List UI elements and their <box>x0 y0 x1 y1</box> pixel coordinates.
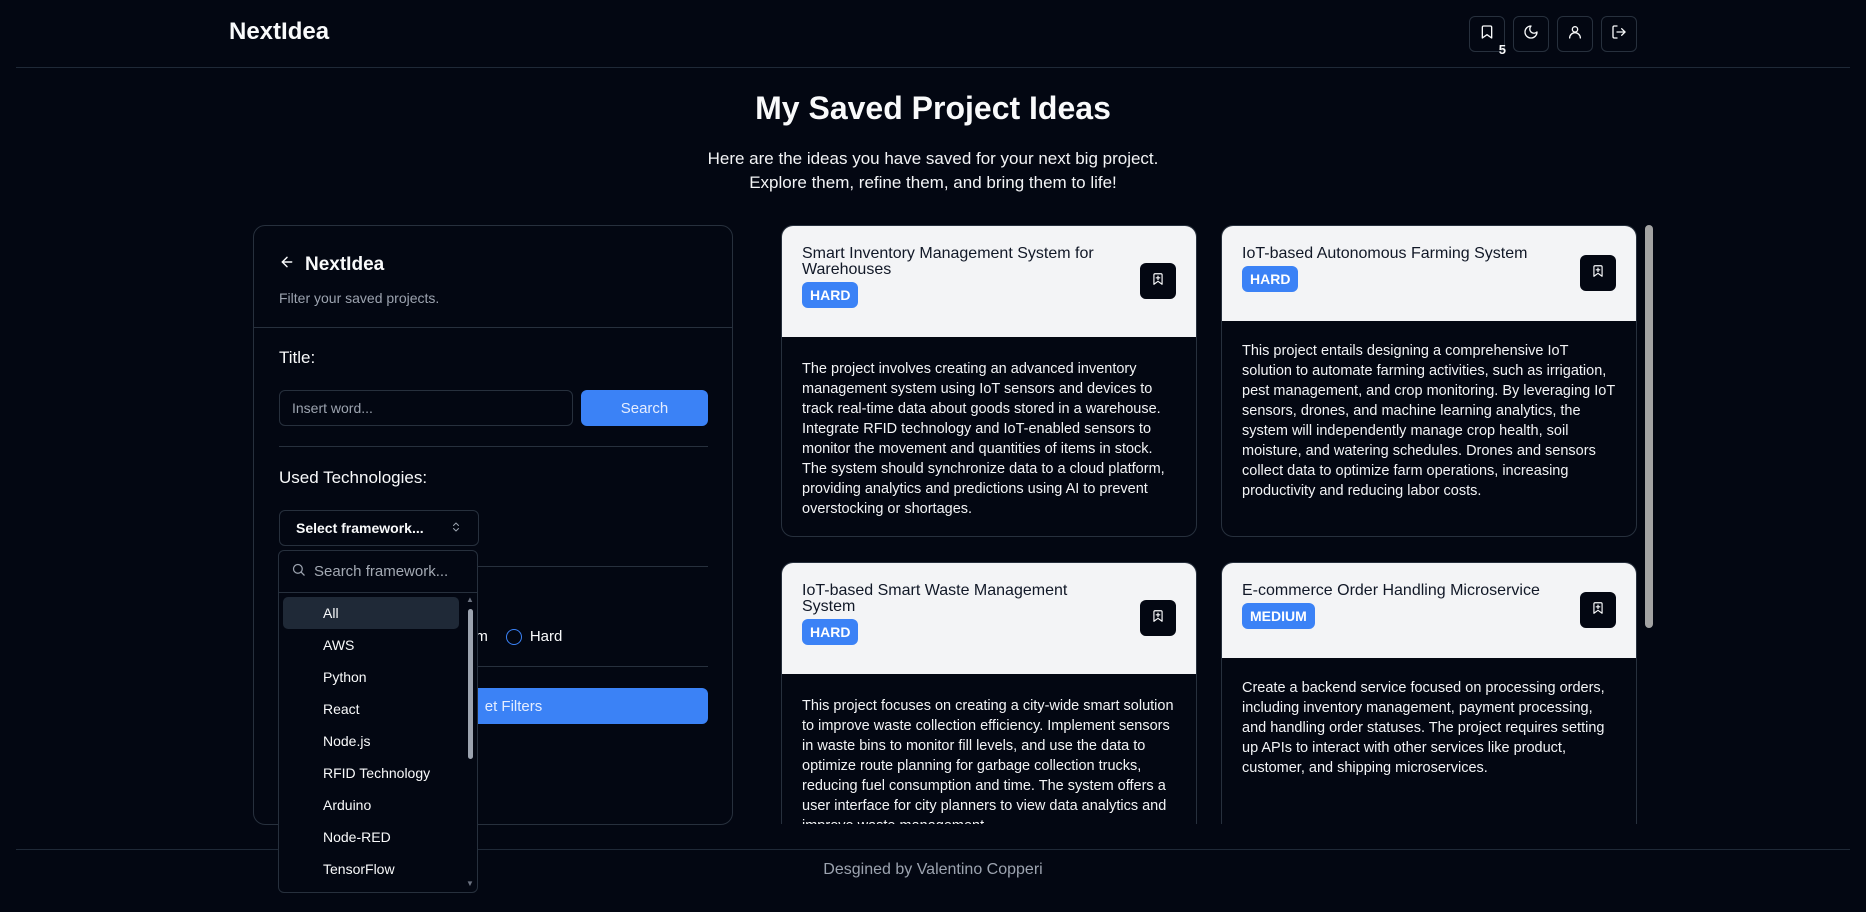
framework-option[interactable]: AWS <box>283 629 459 661</box>
card-header: E-commerce Order Handling Microservice M… <box>1222 563 1636 658</box>
scroll-up-icon[interactable]: ▲ <box>466 595 474 604</box>
saved-ideas-button[interactable]: 5 <box>1469 16 1506 57</box>
logout-button[interactable] <box>1601 16 1637 52</box>
project-card: IoT-based Smart Waste Management System … <box>781 562 1197 824</box>
framework-dropdown: All AWS Python React Node.js RFID Techno… <box>278 550 478 893</box>
difficulty-badge: HARD <box>1242 266 1299 292</box>
cards-scrollbar[interactable] <box>1645 225 1653 628</box>
card-header: IoT-based Autonomous Farming System HARD <box>1222 226 1636 321</box>
sidebar-brand: NextIdea <box>305 254 385 275</box>
dropdown-scrollbar[interactable]: ▲ ▼ <box>465 595 475 888</box>
bookmark-icon <box>1151 272 1165 291</box>
card-title: IoT-based Autonomous Farming System <box>1242 245 1528 262</box>
difficulty-badge: HARD <box>802 282 859 308</box>
card-header: IoT-based Smart Waste Management System … <box>782 563 1196 674</box>
search-button[interactable]: Search <box>581 390 708 426</box>
framework-option[interactable]: RFID Technology <box>283 757 459 789</box>
subtitle-line-2: Explore them, refine them, and bring the… <box>749 173 1117 192</box>
card-description: Create a backend service focused on proc… <box>1242 680 1605 776</box>
difficulty-badge: MEDIUM <box>1242 603 1315 629</box>
card-description: This project focuses on creating a city-… <box>802 698 1174 824</box>
difficulty-hard-label: Hard <box>529 628 563 645</box>
technologies-label: Used Technologies: <box>279 468 428 487</box>
project-card: E-commerce Order Handling Microservice M… <box>1221 562 1637 824</box>
card-description: The project involves creating an advance… <box>802 361 1165 517</box>
bookmark-icon <box>1591 601 1605 620</box>
navbar: NextIdea 5 <box>16 0 1850 68</box>
framework-option[interactable]: All <box>283 597 459 629</box>
moon-icon <box>1523 24 1539 45</box>
difficulty-hard-radio[interactable]: Hard <box>505 628 563 645</box>
page-title: My Saved Project Ideas <box>755 90 1111 126</box>
unsave-button[interactable] <box>1140 600 1176 636</box>
divider <box>279 446 708 447</box>
nav-icons: 5 <box>1469 16 1637 57</box>
bookmark-icon <box>1151 609 1165 628</box>
page-subtitle: Here are the ideas you have saved for yo… <box>0 147 1866 195</box>
framework-option[interactable]: TensorFlow <box>283 853 459 885</box>
logout-icon <box>1611 24 1627 45</box>
card-header: Smart Inventory Management System for Wa… <box>782 226 1196 337</box>
sidebar-header: NextIdea Filter your saved projects. <box>254 226 732 328</box>
framework-search-input[interactable] <box>314 563 464 580</box>
card-title: Smart Inventory Management System for Wa… <box>802 245 1094 278</box>
unsave-button[interactable] <box>1580 255 1616 291</box>
card-title: IoT-based Smart Waste Management System <box>802 582 1068 615</box>
subtitle-line-1: Here are the ideas you have saved for yo… <box>707 149 1159 168</box>
framework-select-value: Select framework... <box>296 520 424 536</box>
title-label: Title: <box>279 348 316 367</box>
title-search-input[interactable] <box>279 390 573 426</box>
framework-option[interactable]: React <box>283 693 459 725</box>
theme-toggle-button[interactable] <box>1513 16 1549 52</box>
arrow-left-icon <box>279 254 295 276</box>
project-card: IoT-based Autonomous Farming System HARD… <box>1221 225 1637 537</box>
framework-options-list: All AWS Python React Node.js RFID Techno… <box>283 597 459 885</box>
search-icon <box>291 562 306 582</box>
card-description: This project entails designing a compreh… <box>1242 343 1615 499</box>
chevrons-up-down-icon <box>450 520 462 536</box>
project-card: Smart Inventory Management System for Wa… <box>781 225 1197 537</box>
sidebar-back-link[interactable]: NextIdea <box>279 254 708 276</box>
unsave-button[interactable] <box>1580 592 1616 628</box>
radio-circle-icon <box>505 628 522 645</box>
unsave-button[interactable] <box>1140 263 1176 299</box>
user-icon <box>1567 24 1583 45</box>
framework-search-box <box>279 551 477 593</box>
framework-option[interactable]: Arduino <box>283 789 459 821</box>
profile-button[interactable] <box>1557 16 1593 52</box>
scrollbar-thumb[interactable] <box>468 609 473 759</box>
saved-count-badge: 5 <box>1498 42 1506 57</box>
scroll-down-icon[interactable]: ▼ <box>466 879 474 888</box>
framework-option[interactable]: Python <box>283 661 459 693</box>
brand-logo[interactable]: NextIdea <box>229 18 329 46</box>
bookmark-icon <box>1591 264 1605 283</box>
difficulty-badge: HARD <box>802 619 859 645</box>
framework-option[interactable]: Node.js <box>283 725 459 757</box>
title-filter-section: Title: Search <box>279 348 708 426</box>
bookmark-icon <box>1479 24 1495 45</box>
technologies-filter-section: Used Technologies: Select framework... <box>279 468 479 546</box>
sidebar-subtitle: Filter your saved projects. <box>279 290 440 306</box>
card-title: E-commerce Order Handling Microservice <box>1242 582 1540 599</box>
framework-option[interactable]: Node-RED <box>283 821 459 853</box>
framework-select[interactable]: Select framework... <box>279 510 479 546</box>
search-row: Search <box>279 390 708 426</box>
